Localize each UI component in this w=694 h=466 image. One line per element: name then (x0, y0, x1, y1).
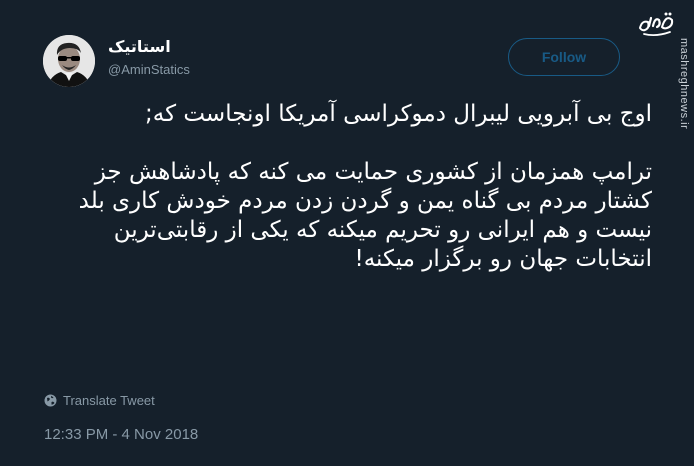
tweet-card: استاتیک @AminStatics Follow mashreghnews… (0, 0, 694, 466)
avatar[interactable] (43, 35, 95, 87)
user-handle[interactable]: @AminStatics (108, 62, 190, 77)
avatar-image (43, 35, 95, 87)
tweet-paragraph-2: ترامپ همزمان از کشوری حمایت می کنه که پا… (78, 159, 652, 272)
tweet-text: اوج بی آبرویی لیبرال دموکراسی آمریکا اون… (32, 100, 652, 274)
watermark-url: mashreghnews.ir (678, 38, 690, 130)
display-name[interactable]: استاتیک (108, 37, 171, 56)
follow-button[interactable]: Follow (508, 38, 620, 76)
tweet-timestamp[interactable]: 12:33 PM - 4 Nov 2018 (44, 426, 198, 443)
globe-icon (44, 394, 57, 407)
watermark-logo (636, 8, 676, 38)
translate-tweet-link[interactable]: Translate Tweet (44, 393, 155, 408)
translate-label: Translate Tweet (63, 393, 155, 408)
mashregh-logo-icon (638, 12, 674, 37)
tweet-paragraph-1: اوج بی آبرویی لیبرال دموکراسی آمریکا اون… (145, 101, 652, 127)
